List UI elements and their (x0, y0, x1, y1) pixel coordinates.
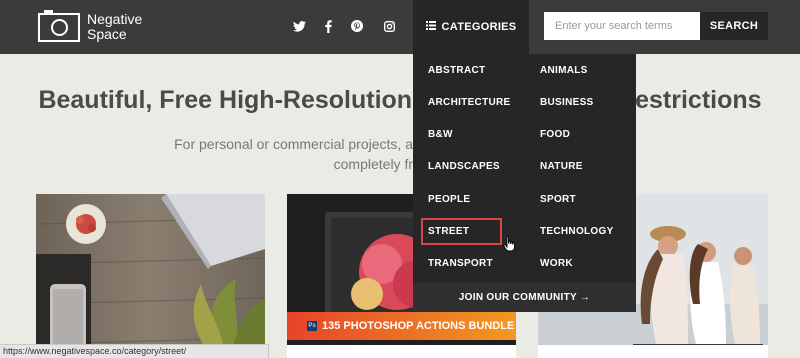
category-bw[interactable]: B&W (428, 129, 453, 140)
browser-status-bar: https://www.negativespace.co/category/st… (0, 344, 269, 358)
search-button[interactable]: SEARCH (700, 12, 768, 40)
category-business[interactable]: BUSINESS (540, 97, 594, 108)
category-transport[interactable]: TRANSPORT (428, 258, 493, 269)
camera-logo-icon (38, 9, 80, 42)
list-icon (425, 21, 436, 33)
site-logo[interactable]: Negative Space (38, 9, 143, 42)
hand-cursor-icon (503, 236, 516, 257)
category-people[interactable]: PEOPLE (428, 194, 470, 205)
pinterest-icon[interactable] (350, 18, 364, 34)
category-street[interactable]: STREET (428, 226, 469, 237)
category-animals[interactable]: ANIMALS (540, 65, 588, 76)
photo-card-desk[interactable] (36, 194, 265, 358)
promo-banner-text: 135 PHOTOSHOP ACTIONS BUNDLE (322, 320, 515, 332)
category-abstract[interactable]: ABSTRACT (428, 65, 485, 76)
categories-button[interactable]: CATEGORIES (413, 0, 529, 54)
categories-dropdown: ABSTRACT ARCHITECTURE B&W LANDSCAPES PEO… (413, 54, 636, 312)
twitter-icon[interactable] (292, 18, 306, 34)
card-caption-area (538, 345, 768, 358)
category-nature[interactable]: NATURE (540, 161, 583, 172)
category-work[interactable]: WORK (540, 258, 573, 269)
logo-text: Negative Space (87, 11, 143, 42)
facebook-icon[interactable] (323, 18, 333, 34)
photoshop-icon: Ps (307, 321, 317, 331)
category-food[interactable]: FOOD (540, 129, 570, 140)
promo-banner[interactable]: Ps 135 PHOTOSHOP ACTIONS BUNDLE (287, 312, 516, 340)
category-landscapes[interactable]: LANDSCAPES (428, 161, 500, 172)
site-header: Negative Space CATEGORIES SEARCH (0, 0, 800, 54)
instagram-icon[interactable] (382, 18, 396, 34)
categories-label: CATEGORIES (441, 21, 517, 33)
search-input[interactable] (544, 12, 700, 40)
category-sport[interactable]: SPORT (540, 194, 576, 205)
desk-photo (36, 194, 265, 358)
card-caption-area (287, 345, 516, 358)
category-technology[interactable]: TECHNOLOGY (540, 226, 614, 237)
join-community-link[interactable]: JOIN OUR COMMUNITY → (413, 282, 636, 312)
category-architecture[interactable]: ARCHITECTURE (428, 97, 511, 108)
hero-title: Beautiful, Free High-Resolution Restricti… (38, 86, 762, 114)
